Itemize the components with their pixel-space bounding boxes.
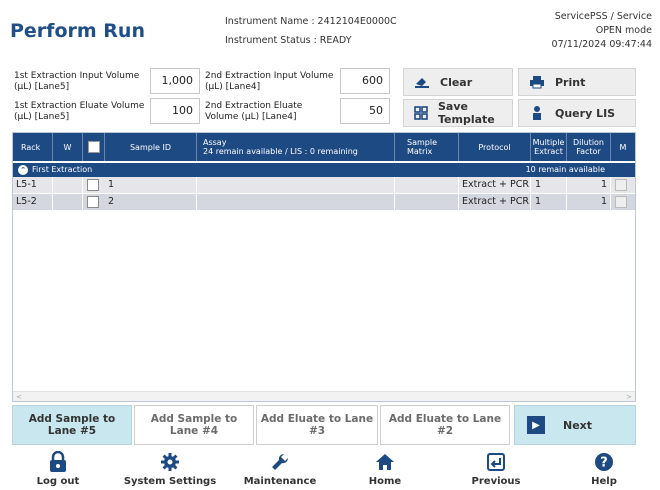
clear-label: Clear (440, 75, 473, 89)
eraser-icon (414, 74, 430, 90)
col-dilution-factor[interactable]: Dilution Factor (567, 133, 611, 161)
m-checkbox[interactable] (615, 196, 627, 208)
person-icon (529, 105, 545, 121)
cell-sample-matrix[interactable] (395, 177, 459, 193)
ext1-input-label: 1st Extraction Input Volume (µL) [Lane5] (14, 71, 140, 92)
next-label: Next (563, 418, 593, 432)
ext2-input-label: 2nd Extraction Input Volume (µL) [Lane4] (205, 71, 334, 92)
instrument-name: Instrument Name : 2412104E0000C (225, 16, 397, 27)
save-template-button[interactable]: Save Template (403, 99, 513, 127)
return-icon (464, 450, 528, 474)
col-w[interactable]: W (53, 133, 83, 161)
mode-label: OPEN mode (595, 25, 652, 36)
printer-icon (529, 74, 545, 90)
previous-label: Previous (471, 476, 521, 487)
col-sample-id[interactable]: Sample ID (105, 133, 197, 161)
arrow-right-icon: ▶ (527, 416, 545, 434)
cell-multiple-extract[interactable]: 1 (531, 194, 567, 210)
col-multiple-extract[interactable]: Multiple Extract (531, 133, 567, 161)
cell-multiple-extract[interactable]: 1 (531, 177, 567, 193)
col-select-all (83, 133, 105, 161)
session-info: ServicePSS / Service OPEN mode 07/11/202… (452, 10, 652, 52)
col-assay-remaining: 24 remain available / LIS : 0 remaining (203, 147, 358, 156)
grid-icon (414, 105, 428, 121)
logout-button[interactable]: Log out (28, 450, 88, 490)
col-assay-label: Assay (203, 138, 227, 147)
col-rack[interactable]: Rack (13, 133, 53, 161)
ext1-input-field[interactable]: 1,000 (150, 68, 200, 94)
wrench-icon (240, 450, 320, 474)
save-template-label: Save Template (438, 100, 495, 126)
system-settings-label: System Settings (123, 476, 217, 487)
logout-label: Log out (36, 476, 80, 487)
previous-button[interactable]: Previous (464, 450, 528, 490)
system-settings-button[interactable]: System Settings (120, 450, 220, 490)
collapse-icon[interactable]: ⌃ (18, 165, 28, 175)
instrument-info: Instrument Name : 2412104E0000C Instrume… (225, 12, 425, 50)
help-label: Help (591, 476, 617, 487)
row-checkbox[interactable] (87, 196, 99, 208)
query-lis-label: Query LIS (555, 106, 616, 120)
table-row[interactable]: L5-1 1 Extract + PCR 1 1 (13, 177, 635, 193)
cell-dilution-factor[interactable]: 1 (567, 194, 611, 210)
add-sample-lane4-button[interactable]: Add Sample to Lane #4 (134, 405, 254, 445)
ext1-eluate-field[interactable]: 100 (150, 98, 200, 124)
cell-protocol[interactable]: Extract + PCR (459, 177, 531, 193)
col-sample-matrix[interactable]: Sample Matrix (395, 133, 459, 161)
next-button[interactable]: ▶ Next (514, 405, 636, 445)
ext2-eluate-label: 2nd Extraction Eluate Volume (µL) [Lane4… (205, 101, 303, 122)
svg-text:?: ? (600, 456, 608, 471)
m-checkbox[interactable] (615, 179, 627, 191)
datetime-label: 07/11/2024 09:47:44 (551, 39, 652, 50)
query-lis-button[interactable]: Query LIS (518, 99, 636, 127)
home-icon (360, 450, 410, 474)
cell-rack: L5-2 (13, 194, 53, 210)
user-label: ServicePSS / Service (554, 11, 652, 22)
print-button[interactable]: Print (518, 68, 636, 96)
cell-sample-id[interactable]: 2 (105, 194, 197, 210)
maintenance-button[interactable]: Maintenance (240, 450, 320, 490)
cell-sample-matrix[interactable] (395, 194, 459, 210)
ext2-input-field[interactable]: 600 (340, 68, 390, 94)
cell-rack: L5-1 (13, 177, 53, 193)
col-assay[interactable]: Assay 24 remain available / LIS : 0 rema… (197, 133, 395, 161)
table-header: Rack W Sample ID Assay 24 remain availab… (13, 133, 635, 161)
cell-assay[interactable] (197, 177, 395, 193)
table-row[interactable]: L5-2 2 Extract + PCR 1 1 (13, 194, 635, 210)
maintenance-label: Maintenance (243, 476, 317, 487)
gear-icon (120, 450, 220, 474)
cell-dilution-factor[interactable]: 1 (567, 177, 611, 193)
group-first-extraction[interactable]: ⌃ First Extraction 10 remain available (13, 163, 635, 177)
cell-w (53, 194, 83, 210)
ext1-eluate-label: 1st Extraction Eluate Volume (µL) [Lane5… (14, 101, 145, 122)
scroll-right-icon[interactable]: > (626, 392, 632, 402)
add-eluate-lane2-button[interactable]: Add Eluate to Lane #2 (380, 405, 510, 445)
lock-icon (28, 450, 88, 474)
home-label: Home (368, 476, 402, 487)
group-available: 10 remain available (525, 165, 605, 174)
print-label: Print (555, 75, 586, 89)
cell-assay[interactable] (197, 194, 395, 210)
horizontal-scrollbar[interactable]: < > (13, 391, 635, 401)
clear-button[interactable]: Clear (403, 68, 513, 96)
cell-w (53, 177, 83, 193)
cell-sample-id[interactable]: 1 (105, 177, 197, 193)
col-protocol[interactable]: Protocol (459, 133, 531, 161)
sample-table: Rack W Sample ID Assay 24 remain availab… (12, 132, 636, 402)
select-all-checkbox[interactable] (87, 141, 100, 153)
instrument-status: Instrument Status : READY (225, 35, 352, 46)
help-icon: ? (584, 450, 624, 474)
scroll-left-icon[interactable]: < (16, 392, 22, 402)
add-eluate-lane3-button[interactable]: Add Eluate to Lane #3 (256, 405, 378, 445)
row-checkbox[interactable] (87, 179, 99, 191)
group-label: First Extraction (32, 165, 93, 174)
header: Perform Run Instrument Name : 2412104E00… (0, 0, 660, 62)
ext2-eluate-field[interactable]: 50 (340, 98, 390, 124)
help-button[interactable]: ? Help (584, 450, 624, 490)
cell-protocol[interactable]: Extract + PCR (459, 194, 531, 210)
page-title: Perform Run (10, 20, 145, 42)
add-sample-lane5-button[interactable]: Add Sample to Lane #5 (12, 405, 132, 445)
col-m[interactable]: M (611, 133, 635, 161)
home-button[interactable]: Home (360, 450, 410, 490)
